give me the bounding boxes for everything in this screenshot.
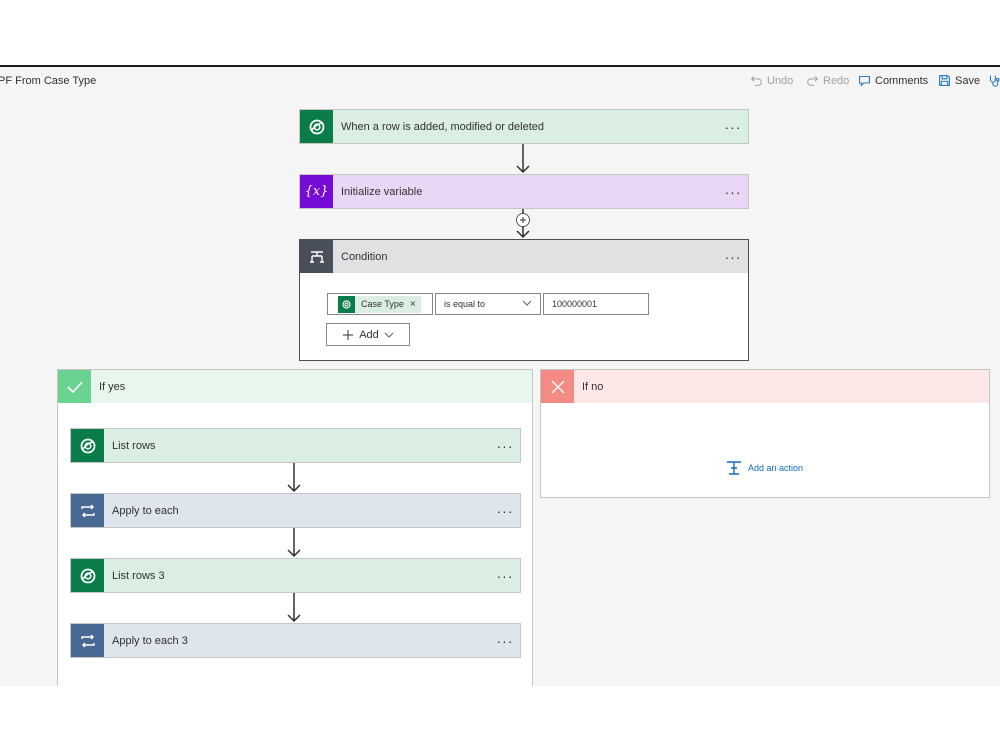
add-an-action-link[interactable]: Add an action (726, 461, 803, 475)
action-header[interactable]: Apply to each ··· (71, 494, 520, 527)
loop-icon (71, 624, 104, 657)
dynamic-content-token[interactable]: Case Type × (338, 295, 421, 313)
action-title: Apply to each 3 (112, 634, 188, 647)
more-options-icon[interactable]: ··· (490, 503, 520, 519)
variable-icon-glyph: {x} (304, 184, 329, 199)
operator-value: is equal to (444, 299, 486, 309)
chevron-down-icon (522, 300, 532, 306)
more-options-icon[interactable]: ··· (718, 249, 748, 265)
dataverse-icon (71, 429, 104, 462)
checkmark-icon (58, 370, 91, 403)
more-options-icon[interactable]: ··· (490, 633, 520, 649)
action-title: List rows (112, 439, 156, 452)
trigger-card[interactable]: When a row is added, modified or deleted… (299, 109, 749, 144)
undo-icon (750, 76, 762, 86)
variable-icon: {x} (300, 175, 333, 208)
flow-title: PF From Case Type (0, 75, 97, 87)
redo-button[interactable]: Redo (806, 74, 849, 87)
save-button[interactable]: Save (938, 74, 980, 87)
condition-icon (300, 240, 333, 273)
initialize-variable-header[interactable]: {x} Initialize variable ··· (300, 175, 748, 208)
if-yes-branch: If yes List rows ··· Apply to each ··· L… (57, 369, 533, 686)
redo-label: Redo (823, 74, 850, 87)
dataverse-icon (300, 110, 333, 143)
more-options-icon[interactable]: ··· (490, 568, 520, 584)
action-title: Apply to each (112, 504, 179, 517)
action-card-apply-to-each[interactable]: Apply to each ··· (70, 493, 521, 528)
connector-arrow (287, 593, 301, 623)
close-icon (541, 370, 574, 403)
plus-icon (343, 329, 354, 340)
more-options-icon[interactable]: ··· (718, 119, 748, 135)
connector-arrow (287, 463, 301, 493)
action-header[interactable]: Apply to each 3 ··· (71, 624, 520, 657)
token-label: Case Type (361, 299, 404, 309)
trigger-header[interactable]: When a row is added, modified or deleted… (300, 110, 748, 143)
more-options-icon[interactable]: ··· (718, 184, 748, 200)
operator-dropdown[interactable]: is equal to (435, 293, 541, 315)
connector-arrow (287, 528, 301, 558)
loop-icon (71, 494, 104, 527)
comments-button[interactable]: Comments (858, 74, 928, 87)
undo-label: Undo (767, 74, 794, 87)
save-label: Save (955, 74, 981, 87)
chevron-down-icon (384, 332, 394, 338)
if-no-branch: If no Add an action (540, 369, 990, 498)
add-label: Add (359, 328, 379, 341)
condition-value-input[interactable]: 100000001 (543, 293, 649, 315)
if-yes-label: If yes (99, 380, 126, 393)
remove-token-icon[interactable]: × (410, 299, 416, 310)
comments-label: Comments (875, 74, 929, 87)
condition-title: Condition (341, 250, 388, 263)
redo-icon (807, 76, 819, 86)
if-yes-header[interactable]: If yes (58, 370, 532, 403)
add-an-action-label: Add an action (748, 463, 804, 473)
dataverse-icon (71, 559, 104, 592)
connector-arrow (516, 144, 530, 174)
action-card-list-rows[interactable]: List rows ··· (70, 428, 521, 463)
condition-card[interactable]: Condition ··· Case Type × is equal to 10… (299, 239, 749, 361)
initialize-variable-title: Initialize variable (341, 185, 423, 198)
stethoscope-icon (989, 75, 1000, 87)
if-no-label: If no (582, 380, 604, 393)
command-bar: PF From Case Type Undo Redo Comments Sav… (0, 67, 1000, 97)
action-header[interactable]: List rows ··· (71, 429, 520, 462)
initialize-variable-card[interactable]: {x} Initialize variable ··· (299, 174, 749, 209)
action-card-apply-to-each-3[interactable]: Apply to each 3 ··· (70, 623, 521, 658)
action-card-list-rows-3[interactable]: List rows 3 ··· (70, 558, 521, 593)
if-no-header[interactable]: If no (541, 370, 989, 403)
connector-arrow-insert[interactable] (516, 209, 530, 239)
dataverse-icon (338, 295, 355, 313)
condition-value: 100000001 (552, 299, 598, 309)
save-icon (939, 75, 950, 86)
flow-checker-button[interactable] (988, 74, 1000, 87)
more-options-icon[interactable]: ··· (490, 438, 520, 454)
add-condition-button[interactable]: Add (326, 323, 410, 346)
flow-designer: PF From Case Type Undo Redo Comments Sav… (0, 65, 1000, 686)
condition-left-operand[interactable]: Case Type × (327, 293, 433, 315)
comment-icon (859, 75, 870, 87)
add-action-icon (727, 461, 741, 475)
trigger-title: When a row is added, modified or deleted (341, 120, 545, 133)
action-header[interactable]: List rows 3 ··· (71, 559, 520, 592)
condition-header[interactable]: Condition ··· (300, 240, 748, 273)
undo-button[interactable]: Undo (750, 74, 793, 87)
action-title: List rows 3 (112, 569, 165, 582)
